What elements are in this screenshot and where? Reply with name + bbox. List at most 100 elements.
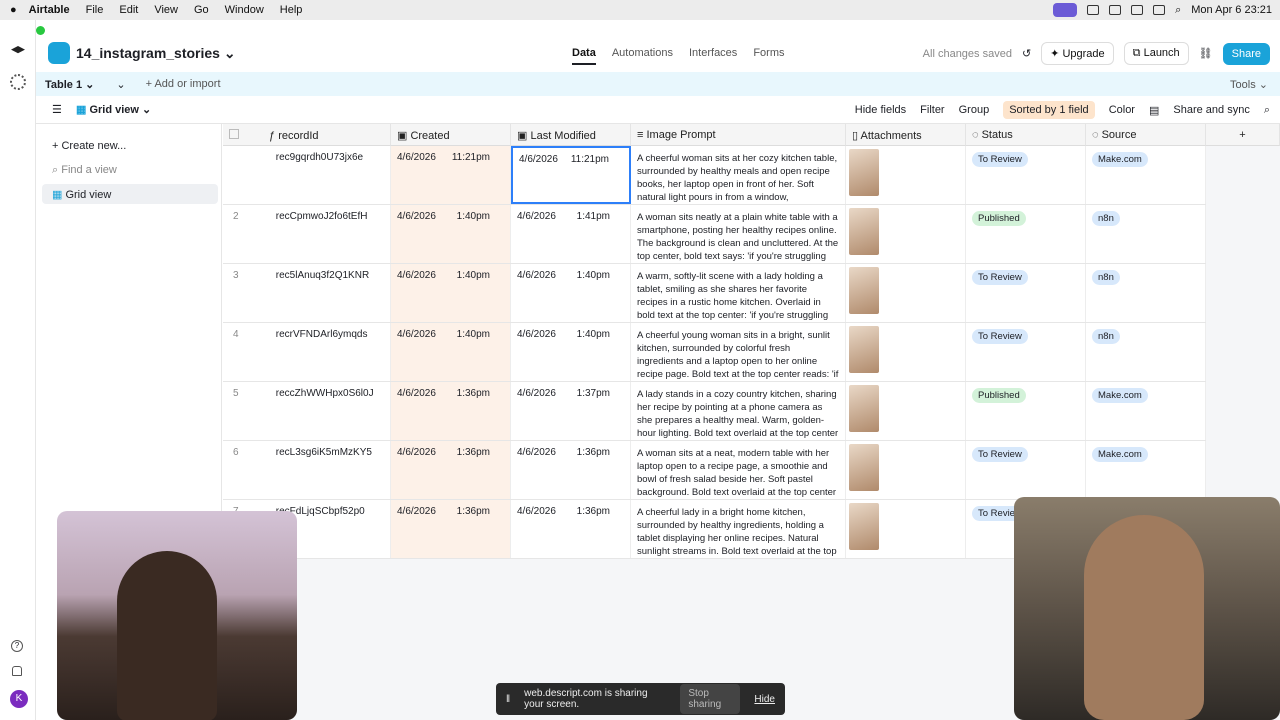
column-header-status[interactable]: ◌ Status — [966, 124, 1086, 146]
attachments-cell[interactable] — [846, 323, 966, 381]
source-cell[interactable]: Make.com — [1086, 382, 1206, 440]
table-tab[interactable]: Table 1 ⌄ — [45, 78, 94, 91]
table-row[interactable]: 6 recL3sg6iK5mMzKY5 4/6/2026 1:36pm 4/6/… — [223, 441, 1206, 500]
source-cell[interactable]: n8n — [1086, 264, 1206, 322]
recordid-cell[interactable]: 5 reccZhWWHpx0S6l0J — [223, 382, 391, 440]
history-icon[interactable]: ↺ — [1022, 47, 1031, 60]
airtable-logo-icon[interactable] — [11, 46, 25, 54]
attachments-cell[interactable] — [846, 500, 966, 558]
tools-menu[interactable]: Tools ⌄ — [1230, 78, 1268, 91]
modified-cell[interactable]: 4/6/2026 1:40pm — [511, 264, 631, 322]
created-cell[interactable]: 4/6/2026 1:36pm — [391, 500, 511, 558]
menu-view[interactable]: View — [154, 4, 178, 16]
search-records-icon[interactable]: ⌕ — [1264, 104, 1270, 117]
table-row[interactable]: 3 rec5lAnuq3f2Q1KNR 4/6/2026 1:40pm 4/6/… — [223, 264, 1206, 323]
share-button[interactable]: Share — [1222, 42, 1270, 65]
status-cell[interactable]: To Review — [966, 441, 1086, 499]
launch-button[interactable]: ⧉ Launch — [1123, 42, 1189, 65]
recordid-cell[interactable]: 3 rec5lAnuq3f2Q1KNR — [223, 264, 391, 322]
menu-window[interactable]: Window — [225, 4, 264, 16]
sidebar-toggle-icon[interactable]: ☰ — [52, 103, 62, 116]
find-view-input[interactable]: ⌕ Find a view — [42, 160, 218, 180]
hide-button[interactable]: Hide — [754, 694, 775, 705]
zoom-window-icon[interactable] — [36, 26, 45, 35]
attachment-thumbnail[interactable] — [849, 503, 879, 550]
attachments-cell[interactable] — [846, 205, 966, 263]
column-header-source[interactable]: ◌ Source — [1086, 124, 1206, 146]
created-cell[interactable]: 4/6/2026 1:40pm — [391, 264, 511, 322]
status-cell[interactable]: To Review — [966, 323, 1086, 381]
status-cell[interactable]: To Review — [966, 264, 1086, 322]
recordid-cell[interactable]: rec9gqrdh0U73jx6e — [223, 146, 391, 204]
stop-sharing-button[interactable]: Stop sharing — [680, 684, 741, 714]
table-row[interactable]: 5 reccZhWWHpx0S6l0J 4/6/2026 1:36pm 4/6/… — [223, 382, 1206, 441]
attachments-cell[interactable] — [846, 264, 966, 322]
column-header-last-modified[interactable]: ▣ Last Modified — [511, 124, 631, 146]
attachment-thumbnail[interactable] — [849, 444, 879, 491]
checkbox-icon[interactable] — [229, 129, 239, 139]
column-header-created[interactable]: ▣ Created — [391, 124, 511, 146]
menu-file[interactable]: File — [86, 4, 104, 16]
tables-chevron-icon[interactable]: ⌄ — [116, 78, 125, 91]
recordid-cell[interactable]: 4 recrVFNDArl6ymqds — [223, 323, 391, 381]
notification-icon[interactable] — [12, 666, 22, 676]
filter-button[interactable]: Filter — [920, 104, 944, 116]
column-header-attachments[interactable]: ▯ Attachments — [846, 124, 966, 146]
image-prompt-cell[interactable]: A woman sits at a neat, modern table wit… — [631, 441, 846, 499]
source-cell[interactable]: Make.com — [1086, 146, 1206, 204]
hide-fields-button[interactable]: Hide fields — [855, 104, 906, 116]
table-row[interactable]: 2 recCpmwoJ2fo6tEfH 4/6/2026 1:40pm 4/6/… — [223, 205, 1206, 264]
attachment-thumbnail[interactable] — [849, 149, 879, 196]
recording-icon[interactable] — [1053, 3, 1078, 17]
image-prompt-cell[interactable]: A warm, softly-lit scene with a lady hol… — [631, 264, 846, 322]
menu-help[interactable]: Help — [280, 4, 303, 16]
source-cell[interactable]: Make.com — [1086, 441, 1206, 499]
recordid-cell[interactable]: 2 recCpmwoJ2fo6tEfH — [223, 205, 391, 263]
apple-icon[interactable]: ● — [10, 4, 17, 16]
base-name[interactable]: 14_instagram_stories ⌄ — [76, 45, 236, 62]
color-button[interactable]: Color — [1109, 104, 1135, 116]
base-icon[interactable] — [48, 42, 70, 64]
menu-go[interactable]: Go — [194, 4, 209, 16]
link-icon[interactable]: ⛓ — [1199, 47, 1213, 60]
table-row[interactable]: 4 recrVFNDArl6ymqds 4/6/2026 1:40pm 4/6/… — [223, 323, 1206, 382]
pause-icon[interactable]: ‖ — [506, 694, 510, 705]
attachments-cell[interactable] — [846, 441, 966, 499]
share-sync-button[interactable]: Share and sync — [1173, 104, 1249, 116]
avatar[interactable]: K — [10, 690, 28, 708]
omni-icon[interactable] — [10, 74, 26, 90]
image-prompt-cell[interactable]: A woman sits neatly at a plain white tab… — [631, 205, 846, 263]
sidebar-item-grid-view[interactable]: ▦ Grid view — [42, 184, 218, 204]
status-cell[interactable]: To Review — [966, 146, 1086, 204]
attachments-cell[interactable] — [846, 382, 966, 440]
attachments-cell[interactable] — [846, 146, 966, 204]
attachment-thumbnail[interactable] — [849, 326, 879, 373]
created-cell[interactable]: 4/6/2026 1:36pm — [391, 382, 511, 440]
image-prompt-cell[interactable]: A cheerful young woman sits in a bright,… — [631, 323, 846, 381]
modified-cell[interactable]: 4/6/2026 1:40pm — [511, 323, 631, 381]
created-cell[interactable]: 4/6/2026 1:36pm — [391, 441, 511, 499]
help-icon[interactable]: ? — [11, 640, 23, 652]
status-cell[interactable]: Published — [966, 205, 1086, 263]
tab-interfaces[interactable]: Interfaces — [689, 47, 737, 65]
menu-app[interactable]: Airtable — [29, 4, 70, 16]
tab-data[interactable]: Data — [572, 47, 596, 65]
display-icon[interactable] — [1087, 5, 1100, 15]
dropbox-icon[interactable] — [1131, 5, 1144, 15]
created-cell[interactable]: 4/6/2026 11:21pm — [391, 146, 511, 204]
view-switcher[interactable]: ▦ Grid view ⌄ — [76, 103, 151, 116]
tab-forms[interactable]: Forms — [753, 47, 784, 65]
add-import-button[interactable]: + Add or import — [146, 78, 221, 90]
upgrade-button[interactable]: ✦ Upgrade — [1041, 42, 1114, 65]
image-prompt-cell[interactable]: A lady stands in a cozy country kitchen,… — [631, 382, 846, 440]
modified-cell[interactable]: 4/6/2026 1:36pm — [511, 500, 631, 558]
row-height-icon[interactable]: ▤ — [1149, 104, 1159, 117]
source-cell[interactable]: n8n — [1086, 323, 1206, 381]
modified-cell[interactable]: 4/6/2026 1:41pm — [511, 205, 631, 263]
search-icon[interactable]: ⌕ — [1175, 4, 1181, 17]
create-view-button[interactable]: + Create new... — [42, 136, 218, 156]
status-cell[interactable]: Published — [966, 382, 1086, 440]
attachment-thumbnail[interactable] — [849, 385, 879, 432]
created-cell[interactable]: 4/6/2026 1:40pm — [391, 323, 511, 381]
table-row[interactable]: rec9gqrdh0U73jx6e 4/6/2026 11:21pm 4/6/2… — [223, 146, 1206, 205]
